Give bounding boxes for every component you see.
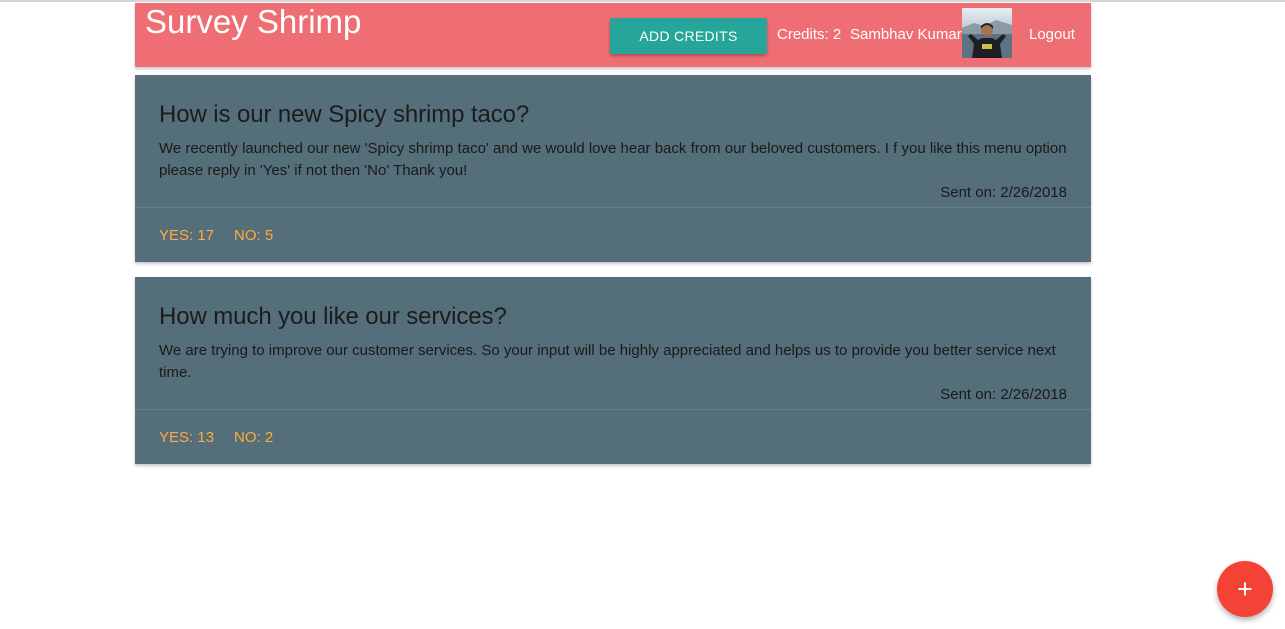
- survey-body: We are trying to improve our customer se…: [159, 342, 1056, 381]
- survey-title: How is our new Spicy shrimp taco?: [159, 101, 530, 128]
- brand-logo[interactable]: Survey Shrimp: [145, 2, 361, 42]
- yes-count[interactable]: YES: 13: [159, 428, 214, 448]
- avatar[interactable]: [962, 8, 1012, 58]
- navbar: Survey Shrimp ADD CREDITS Credits: 2 Sam…: [135, 3, 1091, 67]
- new-survey-button[interactable]: [1217, 561, 1273, 617]
- yes-count[interactable]: YES: 17: [159, 226, 214, 246]
- survey-body: We recently launched our new 'Spicy shri…: [159, 140, 1067, 179]
- survey-card: How is our new Spicy shrimp taco? We rec…: [135, 75, 1091, 262]
- survey-title: How much you like our services?: [159, 303, 507, 330]
- survey-card: How much you like our services? We are t…: [135, 277, 1091, 464]
- survey-card-action: YES: 17 NO: 5: [135, 207, 1091, 262]
- survey-card-action: YES: 13 NO: 2: [135, 409, 1091, 464]
- add-credits-button[interactable]: ADD CREDITS: [610, 18, 767, 54]
- survey-sent-date: Sent on: 2/26/2018: [940, 184, 1067, 201]
- survey-sent-date: Sent on: 2/26/2018: [940, 386, 1067, 403]
- avatar-photo: [962, 8, 1012, 58]
- user-name: Sambhav Kumar: [850, 26, 962, 43]
- no-count[interactable]: NO: 2: [234, 428, 273, 448]
- logout-link[interactable]: Logout: [1029, 25, 1075, 45]
- no-count[interactable]: NO: 5: [234, 226, 273, 246]
- credits-count: Credits: 2: [777, 26, 842, 43]
- plus-icon: [1238, 582, 1252, 596]
